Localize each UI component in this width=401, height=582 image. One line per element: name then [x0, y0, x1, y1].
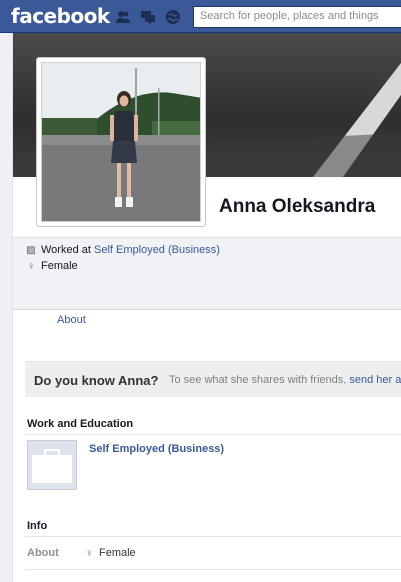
top-bar: facebook Search for people, places and t… — [0, 0, 401, 33]
briefcase-icon: ▨ — [26, 245, 36, 256]
gender-info-row: ♀ Female — [25, 260, 78, 272]
friend-requests-icon[interactable] — [115, 9, 131, 25]
profile-name[interactable]: Anna Oleksandra — [219, 196, 375, 218]
search-placeholder: Search for people, places and things — [200, 10, 379, 22]
female-icon: ♀ — [85, 548, 93, 559]
notifications-icon[interactable] — [165, 9, 181, 25]
divider — [25, 569, 401, 570]
info-about-label: About — [27, 547, 59, 559]
briefcase-placeholder-icon — [32, 449, 72, 483]
work-info-row: ▨ Worked at Self Employed (Business) — [25, 244, 220, 256]
work-place-link[interactable]: Self Employed (Business) — [94, 244, 220, 256]
profile-photo-image — [41, 62, 201, 222]
do-you-know-banner: Do you know Anna? To see what she shares… — [25, 361, 401, 397]
profile-picture[interactable] — [36, 57, 206, 227]
banner-text: To see what she shares with friends, sen… — [169, 374, 401, 386]
info-gender-value: ♀ Female — [83, 547, 136, 559]
banner-message: To see what she shares with friends, — [169, 374, 347, 386]
female-icon: ♀ — [27, 261, 35, 272]
about-tab[interactable]: About — [57, 314, 86, 326]
messages-icon[interactable] — [140, 9, 156, 25]
gender-text: Female — [41, 260, 78, 272]
work-prefix: Worked at — [41, 244, 91, 256]
send-friend-request-link[interactable]: send her a — [349, 374, 401, 386]
left-sidebar-edge — [0, 33, 13, 582]
employer-thumbnail[interactable] — [27, 440, 77, 490]
search-input[interactable]: Search for people, places and things — [193, 6, 401, 28]
facebook-logo[interactable]: facebook — [11, 4, 110, 28]
work-education-title: Work and Education — [27, 418, 134, 430]
banner-question: Do you know Anna? — [34, 373, 159, 388]
info-title: Info — [27, 520, 48, 532]
divider — [25, 434, 401, 435]
divider — [25, 536, 401, 537]
info-gender-text: Female — [99, 547, 136, 559]
employer-link[interactable]: Self Employed (Business) — [89, 443, 224, 455]
